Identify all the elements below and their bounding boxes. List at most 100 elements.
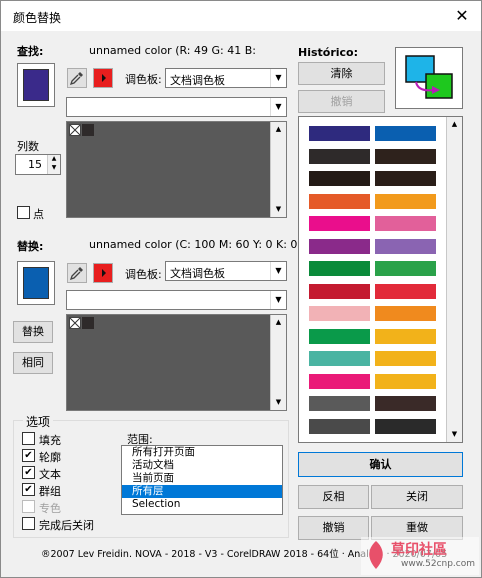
replace-color-swatch[interactable] xyxy=(17,261,55,305)
same-button[interactable]: 相同 xyxy=(13,352,53,374)
history-list[interactable]: ▲ ▼ xyxy=(298,116,463,443)
chevron-down-icon: ▼ xyxy=(270,291,286,309)
history-color-swatch[interactable] xyxy=(309,351,370,366)
history-color-swatch[interactable] xyxy=(375,216,436,231)
title-bar: 颜色替换 ✕ xyxy=(1,1,481,31)
replace-button[interactable]: 替换 xyxy=(13,321,53,343)
history-color-swatch[interactable] xyxy=(309,396,370,411)
chevron-down-icon: ▼ xyxy=(270,98,286,116)
find-palette-dropdown[interactable]: 文档调色板 ▼ xyxy=(165,68,287,88)
history-label: Histórico: xyxy=(298,46,359,59)
scroll-up-icon[interactable]: ▲ xyxy=(447,117,462,132)
replace-color-menu-button[interactable] xyxy=(93,263,113,283)
palette-cell[interactable] xyxy=(82,317,94,329)
palette-cell[interactable] xyxy=(82,124,94,136)
option-checkbox[interactable] xyxy=(22,517,35,530)
history-color-swatch[interactable] xyxy=(309,126,370,141)
no-color-cell[interactable] xyxy=(69,124,81,136)
window-title: 颜色替换 xyxy=(13,11,62,25)
scroll-down-icon[interactable]: ▼ xyxy=(271,202,286,217)
menu-arrow-icon xyxy=(102,269,106,277)
option-checkbox[interactable]: ✔ xyxy=(22,466,35,479)
find-color-menu-button[interactable] xyxy=(93,68,113,88)
swap-colors-icon xyxy=(405,55,453,99)
scroll-up-icon[interactable]: ▲ xyxy=(271,315,286,330)
columns-stepper[interactable]: 15 ▲ ▼ xyxy=(15,154,61,175)
option-label: 轮廓 xyxy=(39,451,61,464)
option-checkbox[interactable] xyxy=(22,432,35,445)
history-color-swatch[interactable] xyxy=(375,171,436,186)
history-color-swatch[interactable] xyxy=(309,261,370,276)
scroll-down-icon[interactable]: ▼ xyxy=(447,427,462,442)
history-color-swatch[interactable] xyxy=(375,328,436,344)
option-checkbox[interactable]: ✔ xyxy=(22,449,35,462)
history-color-swatch[interactable] xyxy=(309,328,370,344)
history-color-swatch[interactable] xyxy=(309,373,370,389)
undo-history-button[interactable]: 撤销 xyxy=(298,90,385,113)
close-button[interactable]: 关闭 xyxy=(371,485,463,509)
color-swap-preview xyxy=(395,47,463,109)
history-color-swatch[interactable] xyxy=(309,216,370,231)
confirm-button[interactable]: 确认 xyxy=(298,452,463,477)
find-eyedropper-button[interactable] xyxy=(67,68,87,88)
columns-label: 列数 xyxy=(17,140,39,153)
watermark-logo-icon xyxy=(369,541,383,569)
replace-palette-label: 调色板: xyxy=(125,268,162,281)
history-color-swatch[interactable] xyxy=(375,351,436,366)
chevron-down-icon: ▼ xyxy=(270,69,286,87)
columns-value: 15 xyxy=(28,158,42,171)
find-palette-grid[interactable]: ▲ ▼ xyxy=(66,121,287,218)
option-label: 完成后关闭 xyxy=(39,519,94,532)
scope-list-item[interactable]: 所有层 xyxy=(122,485,282,498)
history-color-swatch[interactable] xyxy=(375,283,436,299)
scope-list-item[interactable]: 所有打开页面 xyxy=(122,446,282,459)
history-color-swatch[interactable] xyxy=(375,148,436,164)
find-color-swatch[interactable] xyxy=(17,63,55,107)
options-title: 选项 xyxy=(23,413,54,430)
undo-button[interactable]: 撤销 xyxy=(298,516,369,540)
replace-palette-scrollbar[interactable]: ▲ ▼ xyxy=(270,315,286,410)
history-color-swatch[interactable] xyxy=(309,148,370,164)
stepper-down-icon[interactable]: ▼ xyxy=(47,164,60,174)
history-color-swatch[interactable] xyxy=(375,306,436,321)
replace-color-fill xyxy=(23,267,49,299)
dot-checkbox[interactable] xyxy=(17,206,30,219)
chevron-down-icon: ▼ xyxy=(270,262,286,280)
scope-list-item[interactable]: 活动文档 xyxy=(122,459,282,472)
history-color-swatch[interactable] xyxy=(375,126,436,141)
scope-list-item[interactable]: 当前页面 xyxy=(122,472,282,485)
history-color-swatch[interactable] xyxy=(309,283,370,299)
close-icon[interactable]: ✕ xyxy=(451,5,473,27)
history-color-swatch[interactable] xyxy=(309,238,370,254)
checkmark-icon: ✔ xyxy=(24,450,33,461)
scope-listbox[interactable]: 所有打开页面 活动文档 当前页面 所有层 Selection xyxy=(121,445,283,515)
no-color-cell[interactable] xyxy=(69,317,81,329)
find-palette-value: 文档调色板 xyxy=(170,74,225,87)
option-checkbox[interactable]: ✔ xyxy=(22,483,35,496)
find-palette-scrollbar[interactable]: ▲ ▼ xyxy=(270,122,286,217)
history-color-swatch[interactable] xyxy=(375,396,436,411)
history-color-swatch[interactable] xyxy=(309,171,370,186)
invert-button[interactable]: 反相 xyxy=(298,485,369,509)
history-color-swatch[interactable] xyxy=(309,306,370,321)
watermark-title: 草印社區 xyxy=(391,542,447,558)
clear-history-button[interactable]: 清除 xyxy=(298,62,385,85)
history-scrollbar[interactable]: ▲ ▼ xyxy=(446,117,462,442)
history-color-swatch[interactable] xyxy=(375,261,436,276)
replace-eyedropper-button[interactable] xyxy=(67,263,87,283)
scope-list-item[interactable]: Selection xyxy=(122,498,282,511)
history-color-swatch[interactable] xyxy=(375,193,436,209)
replace-palette-grid[interactable]: ▲ ▼ xyxy=(66,314,287,411)
history-color-swatch[interactable] xyxy=(375,373,436,389)
replace-palette-dropdown[interactable]: 文档调色板 ▼ xyxy=(165,261,287,281)
history-color-swatch[interactable] xyxy=(309,418,370,434)
scroll-up-icon[interactable]: ▲ xyxy=(271,122,286,137)
history-color-swatch[interactable] xyxy=(375,418,436,434)
replace-search-dropdown[interactable]: ▼ xyxy=(66,290,287,310)
find-search-dropdown[interactable]: ▼ xyxy=(66,97,287,117)
watermark: 草印社區 www.52cnp.com xyxy=(361,537,479,575)
scroll-down-icon[interactable]: ▼ xyxy=(271,395,286,410)
option-checkbox[interactable] xyxy=(22,500,35,513)
history-color-swatch[interactable] xyxy=(309,193,370,209)
history-color-swatch[interactable] xyxy=(375,238,436,254)
